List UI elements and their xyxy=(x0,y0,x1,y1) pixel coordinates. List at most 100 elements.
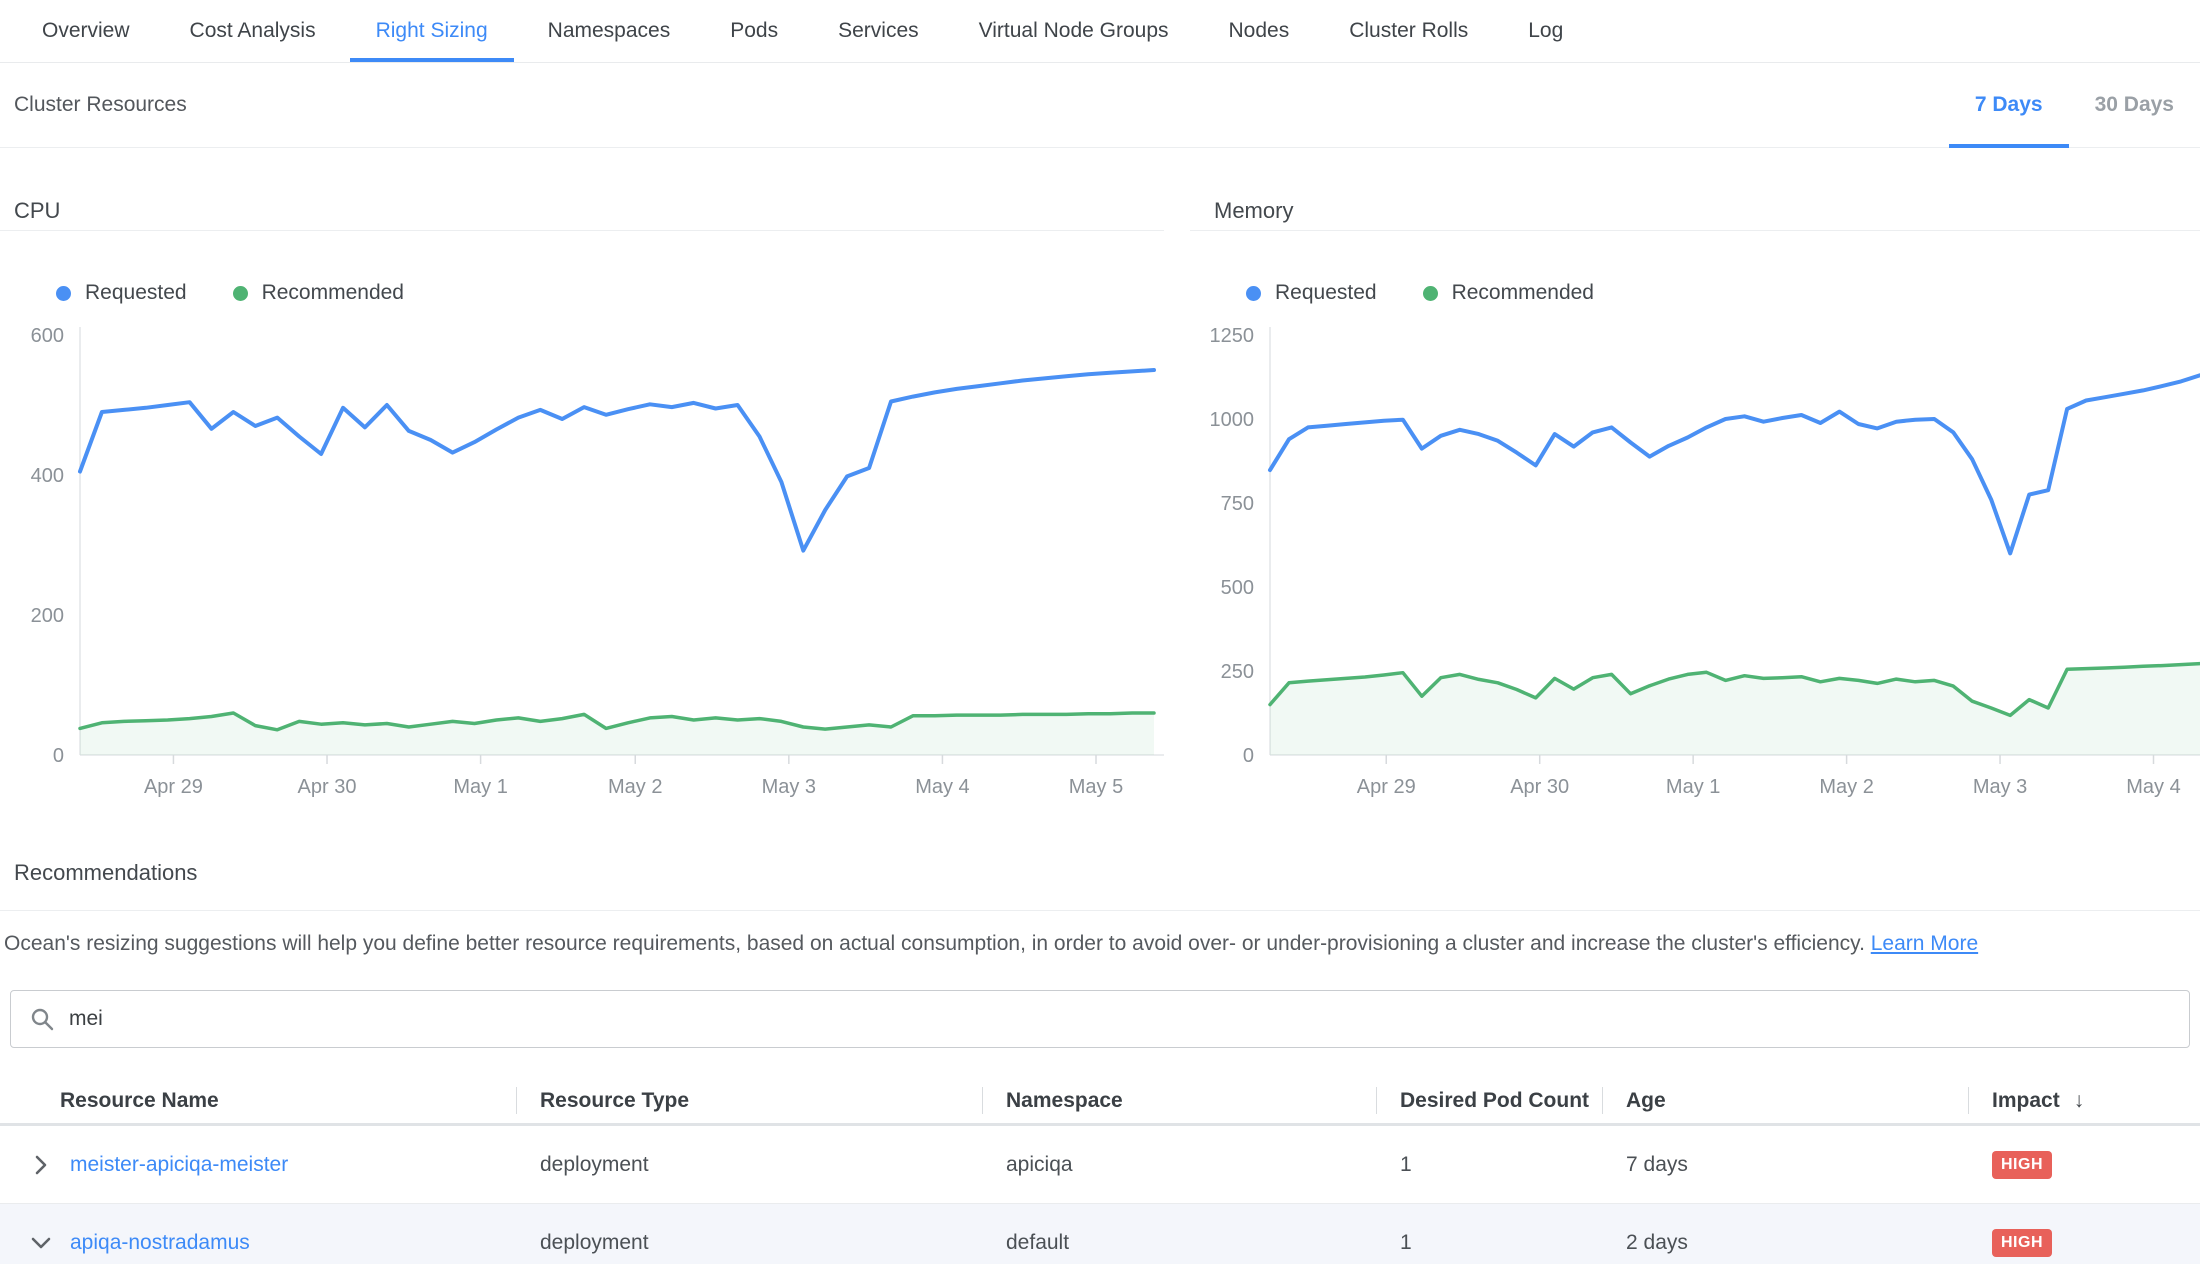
svg-text:May 1: May 1 xyxy=(453,776,507,798)
tab-right-sizing[interactable]: Right Sizing xyxy=(346,0,518,62)
svg-text:Apr 30: Apr 30 xyxy=(298,776,357,798)
chevron-right-icon[interactable] xyxy=(28,1152,54,1178)
column-header-label: Resource Name xyxy=(60,1089,219,1113)
range-7-days[interactable]: 7 Days xyxy=(1949,63,2069,147)
resource-name-link[interactable]: meister-apiciqa-meister xyxy=(70,1153,288,1177)
svg-text:0: 0 xyxy=(1243,745,1254,767)
chart-memory: 025050075010001250Apr 29Apr 30May 1May 2… xyxy=(1190,306,2200,806)
range-30-days[interactable]: 30 Days xyxy=(2069,63,2200,147)
time-range-toggle: 7 Days 30 Days xyxy=(1949,63,2200,147)
tab-bar: OverviewCost AnalysisRight SizingNamespa… xyxy=(0,0,2200,63)
legend-label: Recommended xyxy=(1452,281,1594,305)
recommendations-divider xyxy=(0,910,2200,911)
impact-cell: HIGH xyxy=(1968,1151,2200,1179)
column-header-desired-pod-count[interactable]: Desired Pod Count xyxy=(1376,1078,1602,1123)
resource-name-cell: apiqa-nostradamus xyxy=(0,1230,516,1256)
cluster-resources-header: Cluster Resources 7 Days 30 Days xyxy=(0,63,2200,148)
svg-text:400: 400 xyxy=(31,465,64,487)
svg-text:May 1: May 1 xyxy=(1666,776,1720,798)
impact-badge: HIGH xyxy=(1992,1151,2052,1179)
legend-label: Recommended xyxy=(262,281,404,305)
resource-name-cell: meister-apiciqa-meister xyxy=(0,1152,516,1178)
tab-virtual-node-groups[interactable]: Virtual Node Groups xyxy=(949,0,1199,62)
legend-dot-recommended xyxy=(1423,286,1438,301)
column-header-label: Namespace xyxy=(1006,1089,1123,1113)
impact-cell: HIGH xyxy=(1968,1229,2200,1257)
column-header-label: Desired Pod Count xyxy=(1400,1089,1589,1113)
tab-services[interactable]: Services xyxy=(808,0,949,62)
legend-item-requested[interactable]: Requested xyxy=(1246,281,1377,305)
memory-chart-title: Memory xyxy=(1214,198,1293,224)
column-header-age[interactable]: Age xyxy=(1602,1078,1968,1123)
column-header-resource-name[interactable]: Resource Name xyxy=(0,1078,516,1123)
impact-badge: HIGH xyxy=(1992,1229,2052,1257)
cpu-chart-title: CPU xyxy=(14,198,60,224)
svg-text:May 5: May 5 xyxy=(1069,776,1123,798)
legend-item-recommended[interactable]: Recommended xyxy=(1423,281,1594,305)
cpu-section-divider xyxy=(0,230,1164,231)
resource-type-cell: deployment xyxy=(516,1153,982,1177)
legend-label: Requested xyxy=(1275,281,1377,305)
svg-text:May 4: May 4 xyxy=(2126,776,2180,798)
svg-text:May 2: May 2 xyxy=(608,776,662,798)
legend-item-requested[interactable]: Requested xyxy=(56,281,187,305)
chart-cpu: 0 200 400 600 Apr 29 Apr 30 May 1 May 2 May 3 May… xyxy=(0,306,1164,806)
svg-text:250: 250 xyxy=(1221,661,1254,683)
tab-pods[interactable]: Pods xyxy=(700,0,808,62)
legend-dot-requested xyxy=(1246,286,1261,301)
search-input[interactable] xyxy=(69,1007,2189,1031)
table-row: meister-apiciqa-meister deploymentapiciqa… xyxy=(0,1126,2200,1204)
svg-text:May 3: May 3 xyxy=(762,776,816,798)
resource-name-link[interactable]: apiqa-nostradamus xyxy=(70,1231,250,1255)
tab-cost-analysis[interactable]: Cost Analysis xyxy=(160,0,346,62)
table-body: meister-apiciqa-meisterdeploymentapiciqa… xyxy=(0,1126,2200,1264)
legend-dot-recommended xyxy=(233,286,248,301)
tab-log[interactable]: Log xyxy=(1498,0,1593,62)
table-row: apiqa-nostradamus deploymentdefault12 day… xyxy=(0,1204,2200,1264)
recommendations-description: Ocean's resizing suggestions will help y… xyxy=(4,932,1978,956)
column-header-label: Impact xyxy=(1992,1089,2060,1113)
age-cell: 2 days xyxy=(1602,1231,1968,1255)
svg-text:500: 500 xyxy=(1221,577,1254,599)
tab-nodes[interactable]: Nodes xyxy=(1199,0,1320,62)
legend-cpu: Requested Recommended xyxy=(56,281,404,305)
column-header-label: Resource Type xyxy=(540,1089,689,1113)
age-cell: 7 days xyxy=(1602,1153,1968,1177)
svg-text:200: 200 xyxy=(31,605,64,627)
resource-type-cell: deployment xyxy=(516,1231,982,1255)
column-header-impact[interactable]: Impact ↓ xyxy=(1968,1078,2200,1123)
svg-text:May 3: May 3 xyxy=(1973,776,2027,798)
svg-text:Apr 29: Apr 29 xyxy=(1357,776,1416,798)
column-header-label: Age xyxy=(1626,1089,1666,1113)
sort-desc-icon[interactable]: ↓ xyxy=(2074,1089,2085,1113)
legend-item-recommended[interactable]: Recommended xyxy=(233,281,404,305)
memory-section-divider xyxy=(1190,230,2200,231)
svg-text:Apr 29: Apr 29 xyxy=(144,776,203,798)
learn-more-link[interactable]: Learn More xyxy=(1871,932,1978,955)
svg-text:1000: 1000 xyxy=(1210,409,1255,431)
svg-text:May 4: May 4 xyxy=(915,776,969,798)
recommendations-description-text: Ocean's resizing suggestions will help y… xyxy=(4,932,1865,955)
legend-label: Requested xyxy=(85,281,187,305)
legend-dot-requested xyxy=(56,286,71,301)
table-header-row: Resource Name Resource Type Namespace Desir… xyxy=(0,1078,2200,1126)
namespace-cell: default xyxy=(982,1231,1376,1255)
chevron-down-icon[interactable] xyxy=(28,1230,54,1256)
tab-overview[interactable]: Overview xyxy=(12,0,160,62)
svg-text:600: 600 xyxy=(31,325,64,347)
recommendations-title: Recommendations xyxy=(14,860,197,886)
search-box xyxy=(10,990,2190,1048)
desired-pod-count-cell: 1 xyxy=(1376,1153,1602,1177)
tab-cluster-rolls[interactable]: Cluster Rolls xyxy=(1319,0,1498,62)
right-sizing-page: OverviewCost AnalysisRight SizingNamespa… xyxy=(0,0,2200,1264)
tab-namespaces[interactable]: Namespaces xyxy=(518,0,701,62)
svg-text:Apr 30: Apr 30 xyxy=(1510,776,1569,798)
legend-memory: Requested Recommended xyxy=(1246,281,1594,305)
cluster-resources-title: Cluster Resources xyxy=(14,93,187,117)
svg-text:0: 0 xyxy=(53,745,64,767)
column-header-resource-type[interactable]: Resource Type xyxy=(516,1078,982,1123)
column-header-namespace[interactable]: Namespace xyxy=(982,1078,1376,1123)
recommendations-table: Resource Name Resource Type Namespace Desir… xyxy=(0,1078,2200,1264)
namespace-cell: apiciqa xyxy=(982,1153,1376,1177)
desired-pod-count-cell: 1 xyxy=(1376,1231,1602,1255)
